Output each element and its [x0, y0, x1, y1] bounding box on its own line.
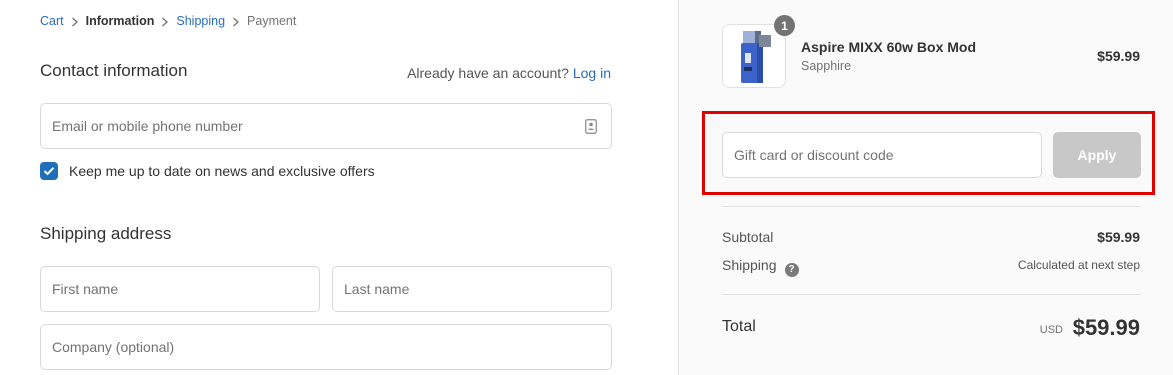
breadcrumb-cart[interactable]: Cart: [40, 14, 64, 28]
shipping-label: Shipping: [722, 257, 777, 273]
currency-code: USD: [1039, 324, 1063, 336]
total-amount: $59.99: [1072, 315, 1140, 340]
divider: [722, 294, 1141, 295]
breadcrumb-shipping[interactable]: Shipping: [176, 14, 225, 28]
product-image: 1: [722, 15, 795, 88]
chevron-right-icon: [154, 14, 176, 28]
discount-code-placeholder: Gift card or discount code: [734, 147, 894, 163]
question-icon[interactable]: ?: [784, 263, 799, 277]
last-name-field[interactable]: Last name: [332, 266, 612, 312]
email-field[interactable]: Email or mobile phone number: [40, 103, 612, 149]
contact-card-icon: [585, 119, 597, 134]
product-name: Aspire MIXX 60w Box Mod: [801, 39, 977, 55]
account-prompt-text: Already have an account?: [407, 65, 569, 81]
box-mod-image: [741, 31, 771, 83]
order-summary: 1 Aspire MIXX 60w Box Mod Sapphire $59.9…: [678, 0, 1173, 375]
last-name-placeholder: Last name: [344, 281, 410, 297]
breadcrumb-payment: Payment: [247, 14, 297, 28]
subtotal-value: $59.99: [1097, 229, 1140, 245]
total-label: Total: [722, 318, 756, 335]
newsletter-checkbox[interactable]: [40, 162, 58, 180]
breadcrumb: Cart Information Shipping Payment: [40, 14, 296, 28]
first-name-placeholder: First name: [52, 281, 119, 297]
chevron-right-icon: [64, 14, 86, 28]
checkout-main: Cart Information Shipping Payment Contac…: [0, 0, 678, 375]
first-name-field[interactable]: First name: [40, 266, 320, 312]
shipping-address-title: Shipping address: [40, 224, 172, 243]
product-variant: Sapphire: [801, 59, 852, 73]
shipping-value: Calculated at next step: [1017, 258, 1140, 272]
breadcrumb-information: Information: [85, 14, 155, 28]
subtotal-label: Subtotal: [722, 229, 774, 245]
chevron-right-icon: [225, 14, 247, 28]
newsletter-checkbox-row[interactable]: Keep me up to date on news and exclusive…: [40, 162, 375, 180]
apply-button[interactable]: Apply: [1053, 132, 1141, 178]
newsletter-label: Keep me up to date on news and exclusive…: [69, 163, 375, 179]
company-placeholder: Company (optional): [52, 339, 175, 355]
email-field-placeholder: Email or mobile phone number: [52, 118, 243, 134]
quantity-badge: 1: [774, 15, 795, 36]
divider: [722, 206, 1141, 207]
account-prompt: Already have an account? Log in: [407, 65, 611, 81]
login-link[interactable]: Log in: [573, 65, 611, 81]
discount-code-input[interactable]: Gift card or discount code: [722, 132, 1042, 178]
shipping-label-row: Shipping?: [722, 257, 799, 277]
company-field[interactable]: Company (optional): [40, 324, 612, 370]
contact-information-title: Contact information: [40, 61, 188, 80]
checkmark-icon: [43, 167, 55, 176]
product-price: $59.99: [1097, 48, 1140, 64]
